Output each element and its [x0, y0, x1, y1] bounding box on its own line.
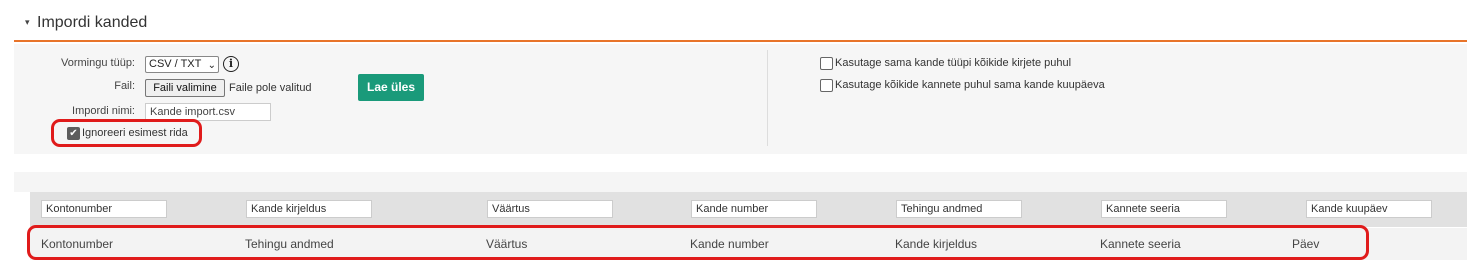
mapping-input-2[interactable]: Kande kirjeldus [246, 200, 372, 218]
info-icon[interactable]: i [223, 56, 239, 72]
import-name-input[interactable]: Kande import.csv [145, 103, 271, 121]
column-mapping-inputs: Kontonumber Kande kirjeldus Väärtus Kand… [30, 192, 1467, 227]
section-title: Impordi kanded [37, 14, 148, 31]
same-entry-type-checkbox[interactable] [820, 57, 833, 70]
file-status-text: Faile pole valitud [229, 82, 312, 94]
format-type-value: CSV / TXT [149, 58, 202, 70]
mapping-header-strip [14, 172, 1467, 192]
ignore-first-row-checkbox[interactable]: ✔ [67, 127, 80, 140]
upload-button[interactable]: Lae üles [358, 74, 424, 101]
same-entry-date-checkbox[interactable] [820, 79, 833, 92]
import-name-label: Impordi nimi: [72, 105, 135, 117]
column-header-3: Väärtus [486, 237, 528, 251]
ignore-first-row-label: Ignoreeri esimest rida [82, 127, 188, 139]
column-header-4: Kande number [690, 237, 769, 251]
mapping-input-1[interactable]: Kontonumber [41, 200, 167, 218]
mapping-input-4[interactable]: Kande number [691, 200, 817, 218]
collapse-caret-icon[interactable]: ▾ [25, 17, 30, 28]
format-type-select[interactable]: CSV / TXT ⌄ [145, 56, 219, 73]
same-entry-date-label: Kasutage kõikide kannete puhul sama kand… [835, 79, 1105, 91]
format-type-label: Vormingu tüüp: [61, 57, 135, 69]
same-entry-type-label: Kasutage sama kande tüüpi kõikide kirjet… [835, 57, 1072, 69]
chevron-down-icon: ⌄ [207, 60, 216, 71]
column-header-row: Kontonumber Tehingu andmed Väärtus Kande… [30, 228, 1467, 260]
column-header-7: Päev [1292, 237, 1320, 251]
section-header[interactable]: ▾ Impordi kanded [14, 0, 1467, 42]
import-form-panel: Vormingu tüüp: CSV / TXT ⌄ i Fail: Faili… [14, 44, 1467, 154]
mapping-input-5[interactable]: Tehingu andmed [896, 200, 1022, 218]
column-header-6: Kannete seeria [1100, 237, 1181, 251]
mapping-input-6[interactable]: Kannete seeria [1101, 200, 1227, 218]
vertical-divider [767, 50, 768, 146]
file-label: Fail: [114, 80, 135, 92]
column-header-5: Kande kirjeldus [895, 237, 978, 251]
mapping-input-7[interactable]: Kande kuupäev [1306, 200, 1432, 218]
choose-file-button[interactable]: Faili valimine [145, 79, 225, 97]
column-header-2: Tehingu andmed [245, 237, 334, 251]
column-header-1: Kontonumber [41, 237, 114, 251]
mapping-input-3[interactable]: Väärtus [487, 200, 613, 218]
